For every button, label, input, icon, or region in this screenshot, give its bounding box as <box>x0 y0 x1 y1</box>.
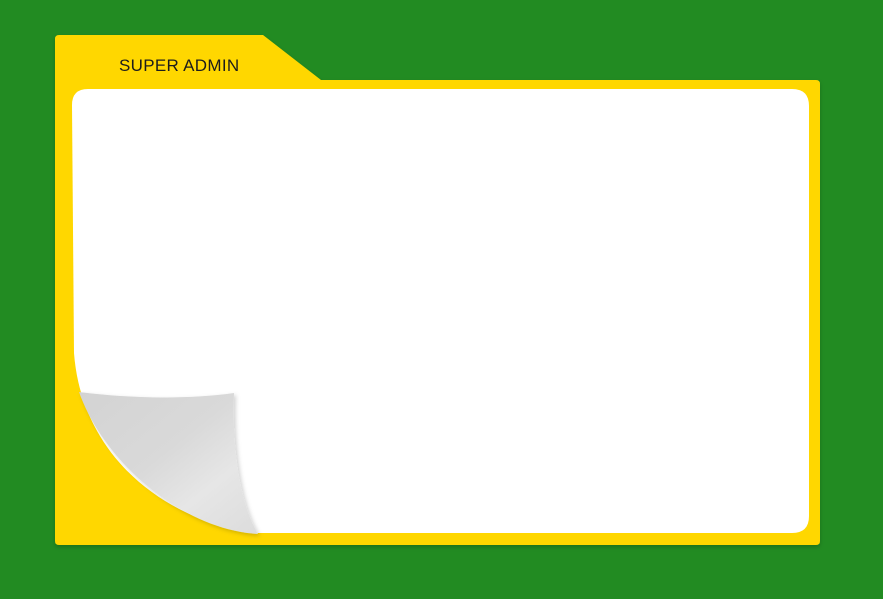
folder-graphic <box>55 35 820 545</box>
folder-card: SUPER ADMIN <box>0 0 883 599</box>
folder-tab-label: SUPER ADMIN <box>119 56 240 75</box>
